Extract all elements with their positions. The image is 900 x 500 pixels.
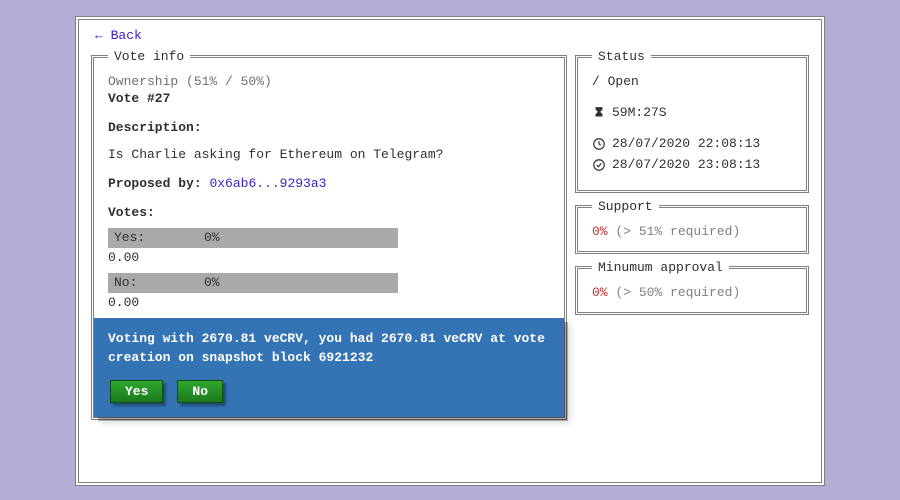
vote-bar-label: Yes: (114, 228, 204, 248)
app-frame: ← Back Vote info Ownership (51% / 50%) V… (75, 16, 825, 486)
voting-power-message: Voting with 2670.81 veCRV, you had 2670.… (108, 330, 550, 368)
vote-no-button[interactable]: No (177, 380, 223, 403)
status-start-time: 28/07/2020 22:08:13 (612, 136, 760, 151)
proposed-by-address[interactable]: 0x6ab6...9293a3 (209, 176, 326, 191)
voting-power-box: Voting with 2670.81 veCRV, you had 2670.… (94, 318, 564, 417)
status-remaining: 59M:27S (612, 105, 667, 120)
support-pct: 0% (592, 224, 608, 239)
vote-info-legend: Vote info (108, 49, 190, 64)
min-approval-panel: Minumum approval 0% (> 50% required) (575, 260, 809, 315)
votes-header: Votes: (108, 205, 550, 220)
vote-amount-yes: 0.00 (108, 250, 550, 265)
vote-info-panel: Vote info Ownership (51% / 50%) Vote #27… (91, 49, 567, 420)
status-legend: Status (592, 49, 651, 64)
status-remaining-row: 59M:27S (592, 105, 792, 120)
vote-bar-pct: 0% (204, 273, 220, 293)
min-approval-legend: Minumum approval (592, 260, 729, 275)
status-state-row: Open (592, 74, 792, 89)
vote-bar-pct: 0% (204, 228, 220, 248)
vote-bar-yes: Yes: 0% (108, 228, 398, 248)
proposed-by-label: Proposed by: (108, 176, 202, 191)
clock-icon (592, 137, 606, 151)
hourglass-icon (592, 106, 606, 120)
support-panel: Support 0% (> 51% required) (575, 199, 809, 254)
description-header: Description: (108, 120, 550, 135)
vote-bar-no: No: 0% (108, 273, 398, 293)
status-panel: Status Open 59M:27S 28/07/2020 22:08: (575, 49, 809, 193)
description-text: Is Charlie asking for Ethereum on Telegr… (108, 147, 550, 162)
vote-amount-no: 0.00 (108, 295, 550, 310)
min-approval-req: (> 50% required) (615, 285, 740, 300)
back-link[interactable]: ← Back (95, 28, 809, 43)
vote-id: Vote #27 (108, 91, 550, 106)
vote-yes-button[interactable]: Yes (110, 380, 163, 403)
vote-bar-label: No: (114, 273, 204, 293)
status-end-row: 28/07/2020 23:08:13 (592, 157, 792, 172)
status-start-row: 28/07/2020 22:08:13 (592, 136, 792, 151)
check-circle-icon (592, 158, 606, 172)
ownership-text: Ownership (51% / 50%) (108, 74, 550, 89)
proposed-by: Proposed by: 0x6ab6...9293a3 (108, 176, 550, 191)
support-req: (> 51% required) (615, 224, 740, 239)
status-state: Open (592, 74, 639, 89)
support-legend: Support (592, 199, 659, 214)
status-end-time: 28/07/2020 23:08:13 (612, 157, 760, 172)
min-approval-pct: 0% (592, 285, 608, 300)
